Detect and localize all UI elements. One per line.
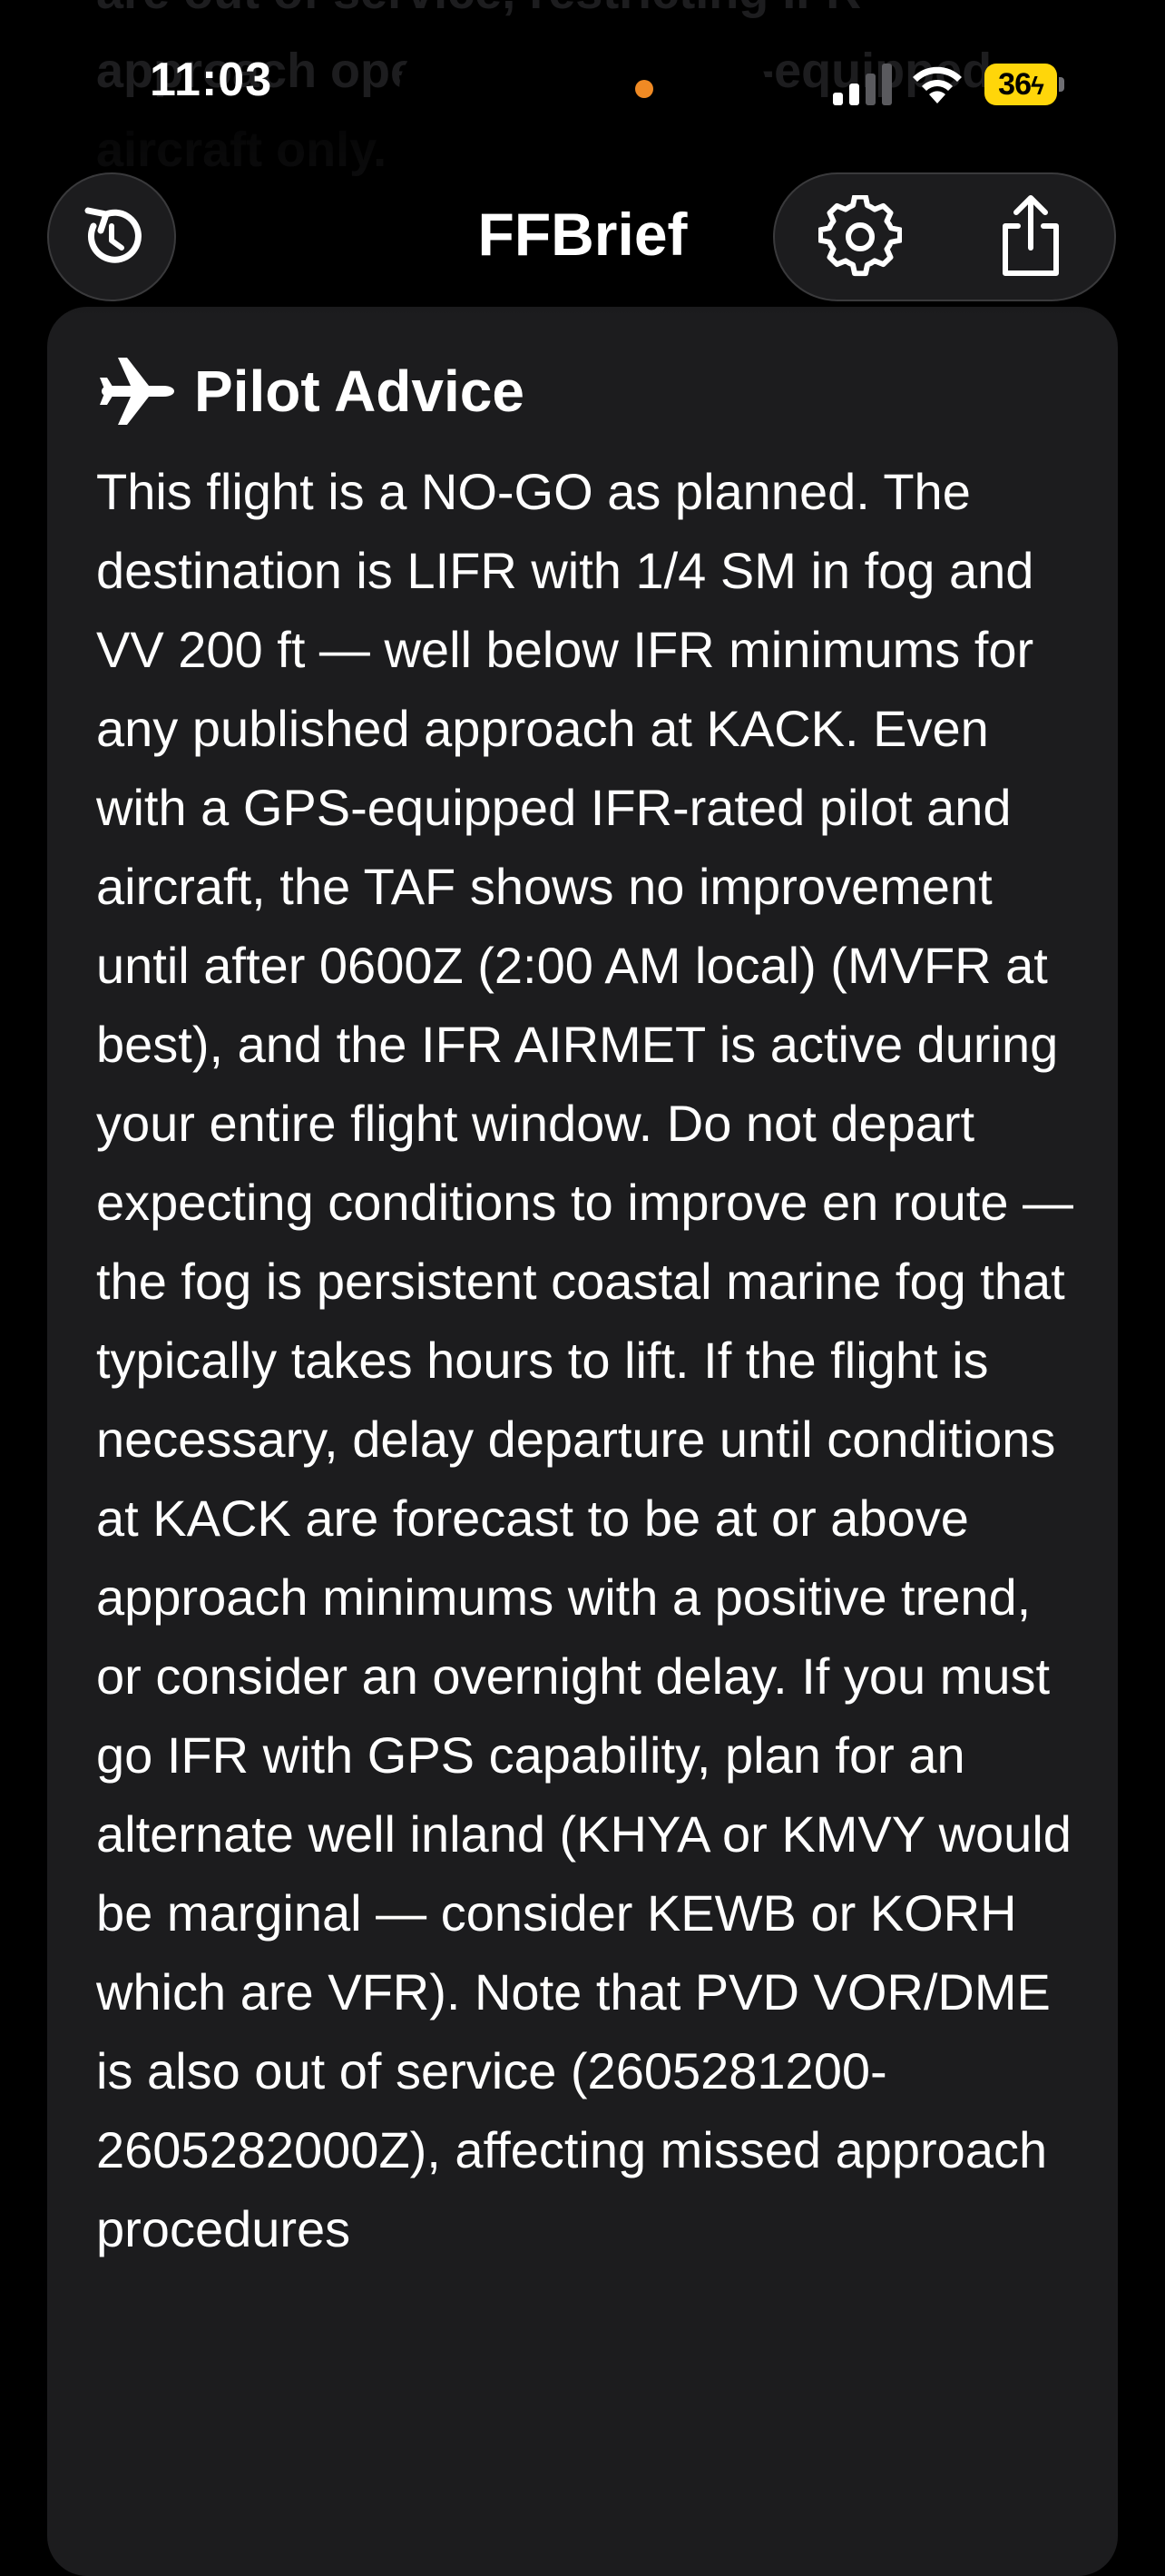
- airplane-icon: [100, 358, 174, 425]
- privacy-indicator-dot: [635, 80, 653, 98]
- battery-indicator: 36ϟ: [984, 64, 1066, 105]
- dynamic-island: [399, 36, 767, 143]
- share-icon: [1003, 195, 1059, 276]
- advice-text: This flight is a NO-GO as planned. The d…: [96, 463, 1074, 2257]
- gear-icon: [818, 195, 902, 277]
- refresh-button[interactable]: [47, 172, 176, 301]
- pilot-advice-card: Pilot Advice This flight is a NO-GO as p…: [47, 307, 1118, 2576]
- toolbar-button-group: [773, 172, 1116, 301]
- status-time: 11:03: [150, 54, 273, 106]
- app-title: FFBrief: [477, 201, 688, 268]
- cellular-signal-icon: [833, 64, 892, 105]
- settings-button[interactable]: [778, 174, 942, 300]
- battery-level: 36ϟ: [984, 64, 1057, 105]
- refresh-icon: [84, 207, 142, 263]
- status-bar: 11:03 36ϟ: [0, 0, 1165, 172]
- battery-percent: 36: [998, 67, 1032, 102]
- navigation-bar: FFBrief: [0, 172, 1165, 309]
- battery-cap: [1059, 77, 1064, 92]
- card-title: Pilot Advice: [194, 359, 524, 424]
- charging-bolt-icon: ϟ: [1031, 72, 1044, 100]
- card-header: Pilot Advice: [98, 350, 524, 432]
- share-button[interactable]: [949, 174, 1112, 300]
- wifi-icon: [913, 66, 962, 103]
